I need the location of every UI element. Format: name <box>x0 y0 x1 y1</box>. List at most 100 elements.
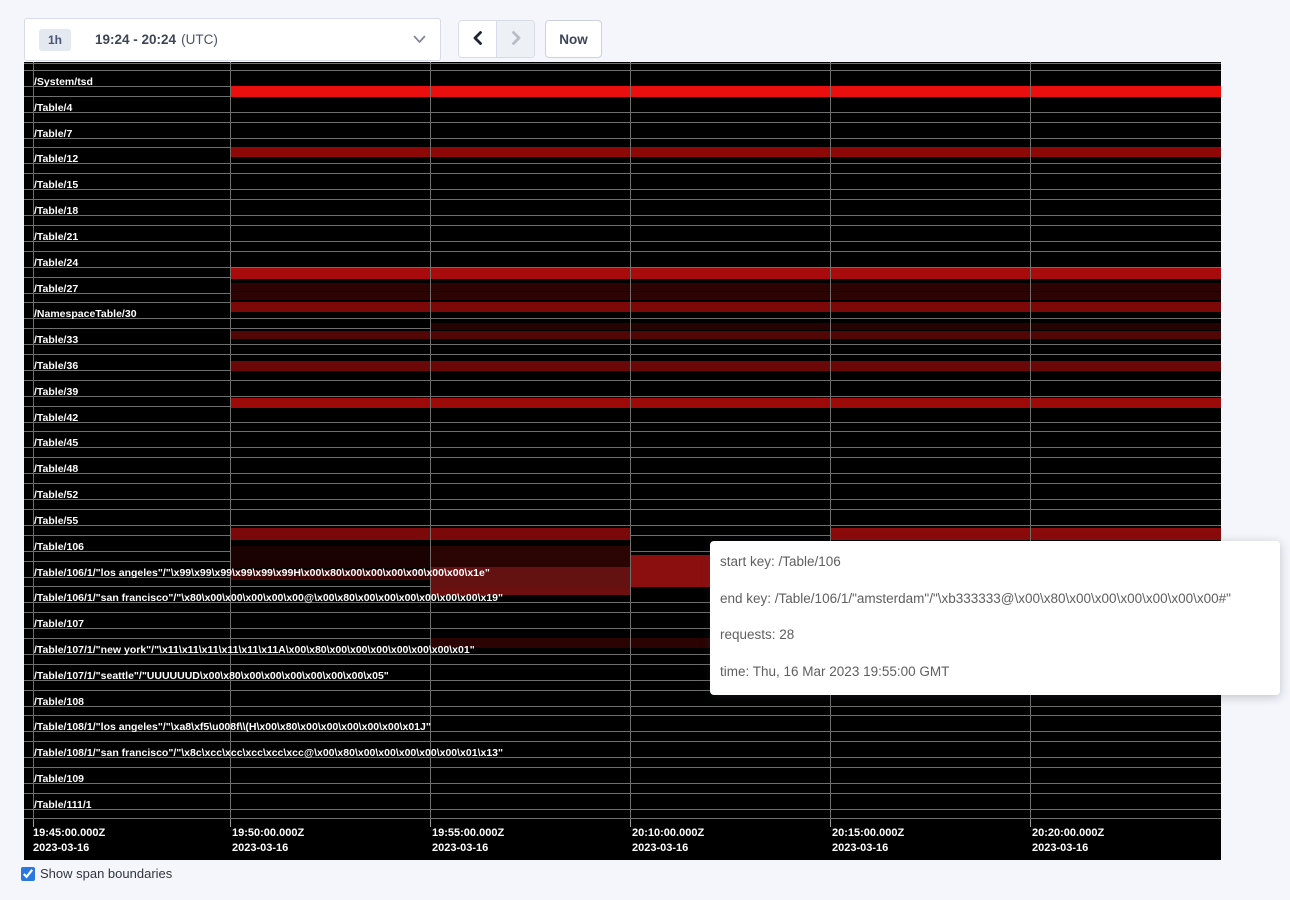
span-key-label: /Table/55 <box>34 515 78 528</box>
heatmap-band[interactable] <box>630 555 710 587</box>
span-boundary-line <box>24 163 1221 164</box>
time-axis-label: 20:15:00.000Z2023-03-16 <box>832 826 904 856</box>
prev-range-button[interactable] <box>459 21 496 57</box>
heatmap-band[interactable] <box>230 268 1221 279</box>
span-boundary-line <box>24 715 1221 716</box>
span-boundary-line <box>24 344 1221 345</box>
span-key-label: /Table/108/1/"san francisco"/"\x8c\xcc\x… <box>34 747 503 760</box>
span-boundary-line <box>24 447 1221 448</box>
span-key-label: /Table/27 <box>34 283 78 296</box>
span-boundary-line <box>24 251 1221 252</box>
span-boundaries-label: Show span boundaries <box>40 866 172 881</box>
heatmap-band[interactable] <box>230 302 1221 312</box>
tooltip-requests: requests: 28 <box>720 626 1270 644</box>
time-bucket-line <box>830 62 831 820</box>
now-button[interactable]: Now <box>545 20 602 58</box>
span-key-label: /Table/106/1/"san francisco"/"\x80\x00\x… <box>34 592 503 605</box>
time-axis-label: 19:50:00.000Z2023-03-16 <box>232 826 304 856</box>
span-key-label: /Table/106 <box>34 541 84 554</box>
span-key-label: /Table/24 <box>34 257 78 270</box>
span-boundary-line <box>24 483 1221 484</box>
span-key-label: /Table/52 <box>34 489 78 502</box>
heatmap-band[interactable] <box>430 546 630 568</box>
span-key-label: /Table/108/1/"los angeles"/"\xa8\xf5\u00… <box>34 721 431 734</box>
span-key-label: /Table/4 <box>34 102 72 115</box>
span-boundary-line <box>24 431 1221 432</box>
time-range-select[interactable]: 1h 19:24 - 20:24(UTC) <box>24 18 441 61</box>
span-boundary-line <box>24 241 1221 242</box>
span-boundary-line <box>24 225 1221 226</box>
span-key-label: /Table/39 <box>34 386 78 399</box>
timezone-label: (UTC) <box>181 32 218 47</box>
span-boundary-line <box>24 509 1221 510</box>
time-range-label: 19:24 - 20:24 (UTC) <box>95 32 218 47</box>
axis-tick <box>430 820 431 827</box>
span-key-label: /Table/7 <box>34 128 72 141</box>
heatmap-band[interactable] <box>830 528 1221 540</box>
time-axis-label: 19:45:00.000Z2023-03-16 <box>33 826 105 856</box>
span-boundary-line <box>24 741 1221 742</box>
heatmap-band[interactable] <box>230 86 1221 97</box>
span-boundary-line <box>24 138 1221 139</box>
axis-tick <box>830 820 831 827</box>
span-boundary-line <box>24 70 1221 71</box>
span-boundary-line <box>24 173 1221 174</box>
span-boundary-line <box>24 818 1221 819</box>
axis-tick <box>630 820 631 827</box>
span-boundaries-checkbox[interactable] <box>21 867 35 881</box>
span-boundary-line <box>24 189 1221 190</box>
span-key-label: /Table/45 <box>34 437 78 450</box>
span-key-label: /Table/33 <box>34 334 78 347</box>
time-axis-label: 19:55:00.000Z2023-03-16 <box>432 826 504 856</box>
span-boundary-line <box>24 457 1221 458</box>
span-boundary-line <box>24 215 1221 216</box>
span-key-label: /Table/42 <box>34 412 78 425</box>
time-bucket-line <box>1030 62 1031 820</box>
next-range-button[interactable] <box>496 21 534 57</box>
heatmap-band[interactable] <box>230 546 430 568</box>
span-key-label: /Table/48 <box>34 463 78 476</box>
heatmap-band[interactable] <box>230 398 1221 408</box>
time-axis-label: 20:20:00.000Z2023-03-16 <box>1032 826 1104 856</box>
span-key-label: /Table/107 <box>34 618 84 631</box>
span-boundary-line <box>24 396 1221 397</box>
time-bucket-line <box>230 62 231 820</box>
span-key-label: /Table/15 <box>34 179 78 192</box>
span-boundary-line <box>24 473 1221 474</box>
span-boundary-line <box>24 422 1221 423</box>
span-key-label: /Table/106/1/"los angeles"/"\x99\x99\x99… <box>34 567 490 580</box>
axis-tick <box>230 820 231 827</box>
span-boundary-line <box>24 499 1221 500</box>
span-key-label: /Table/108 <box>34 696 84 709</box>
axis-tick <box>1030 820 1031 827</box>
heatmap-band[interactable] <box>230 283 1221 291</box>
span-boundary-line <box>24 783 1221 784</box>
span-key-label: /NamespaceTable/30 <box>34 308 137 321</box>
time-axis-label: 20:10:00.000Z2023-03-16 <box>632 826 704 856</box>
span-boundary-line <box>24 706 1221 707</box>
chevron-left-icon <box>471 30 485 49</box>
heatmap-band[interactable] <box>230 147 1221 157</box>
time-bucket-line <box>630 62 631 820</box>
tooltip-time: time: Thu, 16 Mar 2023 19:55:00 GMT <box>720 663 1270 681</box>
key-visualizer[interactable]: /System/tsd/Table/4/Table/7/Table/12/Tab… <box>24 62 1221 860</box>
heatmap-band[interactable] <box>230 292 1221 300</box>
span-key-label: /Table/36 <box>34 360 78 373</box>
span-key-label: /Table/111/1 <box>34 799 92 812</box>
heatmap-band[interactable] <box>230 361 1221 371</box>
span-boundaries-toggle[interactable]: Show span boundaries <box>21 866 172 881</box>
time-range-value: 19:24 - 20:24 <box>95 32 176 47</box>
heatmap-band[interactable] <box>430 323 1221 330</box>
span-boundary-line <box>24 525 1221 526</box>
hover-tooltip: start key: /Table/106 end key: /Table/10… <box>710 541 1280 695</box>
span-boundary-line <box>24 354 1221 355</box>
span-boundary-line <box>24 199 1221 200</box>
chevron-right-icon <box>509 30 523 49</box>
heatmap-band[interactable] <box>230 331 1221 339</box>
span-boundary-line <box>24 809 1221 810</box>
span-key-label: /Table/18 <box>34 205 78 218</box>
chevron-down-icon <box>413 35 426 44</box>
time-nav-group <box>458 20 535 58</box>
time-bucket-line <box>430 62 431 820</box>
tooltip-end-key: end key: /Table/106/1/"amsterdam"/"\xb33… <box>720 590 1270 608</box>
